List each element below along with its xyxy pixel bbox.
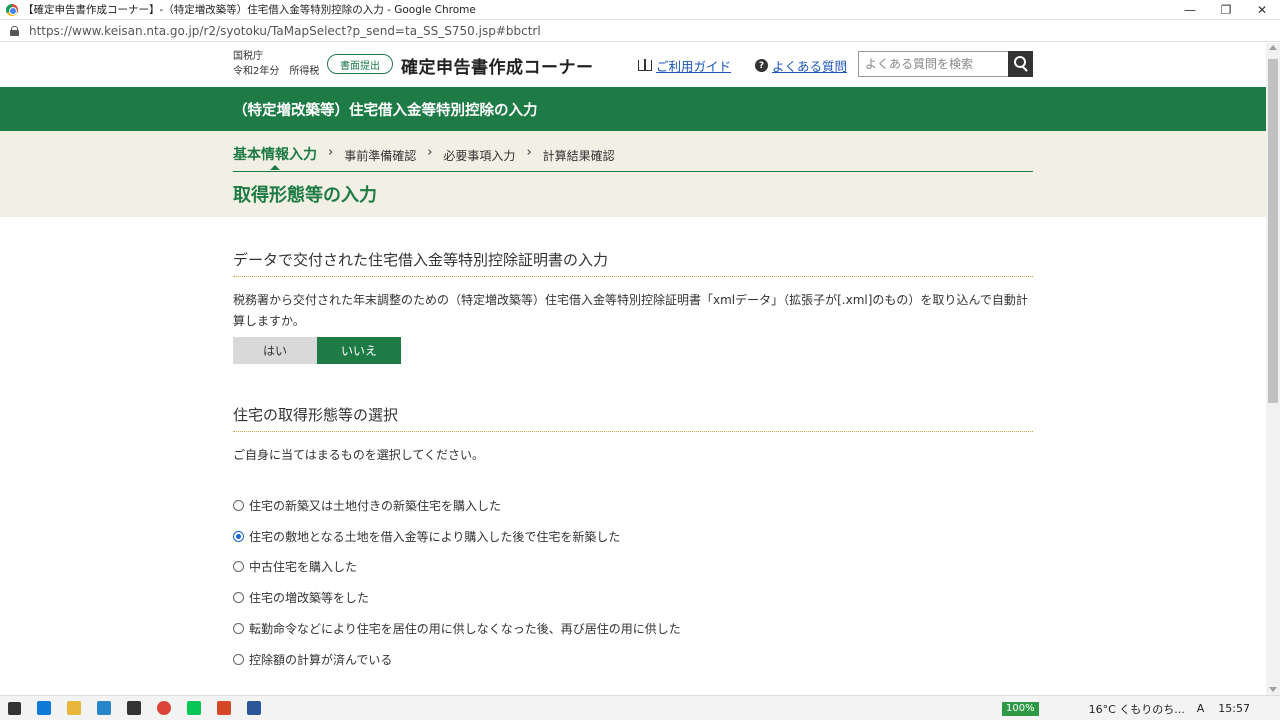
main-content: データで交付された住宅借入金等特別控除証明書の入力 税務署から交付された年末調整… bbox=[0, 217, 1033, 675]
lock-icon[interactable] bbox=[10, 25, 19, 36]
system-tray: 100% 16°C くもりのち... A 15:57 bbox=[1002, 696, 1280, 721]
scrollbar-thumb[interactable] bbox=[1268, 59, 1278, 403]
band-title: （特定増改築等）住宅借入金等特別控除の入力 bbox=[233, 102, 538, 119]
windows-taskbar: 100% 16°C くもりのち... A 15:57 bbox=[0, 695, 1280, 720]
radio-button[interactable] bbox=[233, 561, 244, 573]
word-icon[interactable] bbox=[247, 701, 261, 715]
radio-button[interactable] bbox=[233, 499, 244, 511]
window-title: 【確定申告書作成コーナー】-（特定増改築等）住宅借入金等特別控除の入力 - Go… bbox=[23, 4, 476, 16]
minimize-button[interactable]: — bbox=[1172, 0, 1208, 20]
yes-button[interactable]: はい bbox=[233, 337, 317, 364]
address-bar[interactable]: https://www.keisan.nta.go.jp/r2/syotoku/… bbox=[0, 20, 1280, 42]
site-title[interactable]: 確定申告書作成コーナー bbox=[401, 53, 594, 78]
option-used-house[interactable]: 中古住宅を購入した bbox=[233, 552, 1033, 583]
xml-section-heading: データで交付された住宅借入金等特別控除証明書の入力 bbox=[233, 249, 1033, 277]
submit-method-badge: 書面提出 bbox=[327, 54, 393, 74]
faq-link[interactable]: ? よくある質問 bbox=[755, 56, 847, 75]
faq-search bbox=[858, 51, 1033, 77]
scroll-down-icon[interactable] bbox=[1269, 687, 1277, 692]
close-button[interactable]: ✕ bbox=[1244, 0, 1280, 20]
agency-name: 国税庁 bbox=[233, 51, 263, 62]
step-preparation: 事前準備確認 bbox=[344, 149, 417, 163]
option-renovation[interactable]: 住宅の増改築等をした bbox=[233, 582, 1033, 613]
step-required-input: 必要事項入力 bbox=[443, 149, 516, 163]
browser-title-bar: 【確定申告書作成コーナー】-（特定増改築等）住宅借入金等特別控除の入力 - Go… bbox=[0, 0, 1280, 20]
tax-year: 令和2年分 所得税 bbox=[233, 66, 320, 77]
question-icon: ? bbox=[755, 59, 768, 72]
section-band: （特定増改築等）住宅借入金等特別控除の入力 bbox=[0, 87, 1266, 131]
faq-search-input[interactable] bbox=[858, 51, 1008, 77]
weather-widget[interactable]: 16°C くもりのち... bbox=[1089, 701, 1185, 717]
l-app-icon[interactable] bbox=[97, 701, 111, 715]
xml-description: 税務署から交付された年末調整のための（特定増改築等）住宅借入金等特別控除証明書「… bbox=[233, 293, 1028, 328]
option-label: 転勤命令などにより住宅を居住の用に供しなくなった後、再び居住の用に供した bbox=[249, 622, 681, 637]
battery-indicator[interactable]: 100% bbox=[1002, 701, 1039, 716]
step-separator-icon: › bbox=[526, 145, 532, 160]
edge-icon[interactable] bbox=[37, 701, 51, 715]
option-label: 住宅の新築又は土地付きの新築住宅を購入した bbox=[249, 498, 502, 513]
option-label: 住宅の敷地となる土地を借入金等により購入した後で住宅を新築した bbox=[249, 529, 621, 544]
clock[interactable]: 15:57 bbox=[1218, 702, 1250, 715]
ime-indicator[interactable]: A bbox=[1197, 702, 1205, 715]
acquisition-options: 住宅の新築又は土地付きの新築住宅を購入した 住宅の敷地となる土地を借入金等により… bbox=[233, 490, 1033, 675]
agency-info: 国税庁 令和2年分 所得税 bbox=[233, 49, 319, 79]
github-icon[interactable] bbox=[127, 701, 141, 715]
faq-label[interactable]: よくある質問 bbox=[772, 56, 847, 75]
option-calculated[interactable]: 控除額の計算が済んでいる bbox=[233, 644, 1033, 675]
book-icon bbox=[638, 59, 652, 71]
restore-button[interactable]: ❐ bbox=[1208, 0, 1244, 20]
progress-area: 基本情報入力 › 事前準備確認 › 必要事項入力 › 計算結果確認 取得形態等の… bbox=[0, 131, 1266, 217]
window-controls: — ❐ ✕ bbox=[1172, 0, 1280, 20]
option-label: 控除額の計算が済んでいる bbox=[249, 652, 393, 667]
page-viewport: 国税庁 令和2年分 所得税 書面提出 確定申告書作成コーナー ご利用ガイド ? … bbox=[0, 43, 1266, 695]
step-indicator: 基本情報入力 › 事前準備確認 › 必要事項入力 › 計算結果確認 bbox=[233, 144, 1033, 172]
step-separator-icon: › bbox=[328, 145, 334, 160]
windows-start-icon[interactable] bbox=[8, 701, 21, 715]
search-button[interactable] bbox=[1008, 51, 1033, 77]
acquisition-instruction: ご自身に当てはまるものを選択してください。 bbox=[233, 448, 485, 462]
usage-guide-link[interactable]: ご利用ガイド bbox=[638, 56, 731, 75]
radio-button[interactable] bbox=[233, 653, 244, 665]
xml-import-choice: はい いいえ bbox=[233, 337, 1033, 364]
radio-button-checked[interactable] bbox=[233, 530, 244, 542]
line-icon[interactable] bbox=[187, 701, 201, 715]
page-scrollbar[interactable] bbox=[1266, 43, 1280, 695]
option-reoccupied[interactable]: 転勤命令などにより住宅を居住の用に供しなくなった後、再び居住の用に供した bbox=[233, 613, 1033, 644]
option-new-build[interactable]: 住宅の新築又は土地付きの新築住宅を購入した bbox=[233, 490, 1033, 521]
step-basic-info: 基本情報入力 bbox=[233, 144, 317, 170]
usage-guide-label[interactable]: ご利用ガイド bbox=[656, 56, 731, 75]
option-label: 住宅の増改築等をした bbox=[249, 591, 370, 606]
file-explorer-icon[interactable] bbox=[67, 701, 81, 715]
option-land-then-build[interactable]: 住宅の敷地となる土地を借入金等により購入した後で住宅を新築した bbox=[233, 521, 1033, 552]
option-label: 中古住宅を購入した bbox=[249, 560, 358, 575]
scroll-up-icon[interactable] bbox=[1269, 45, 1277, 50]
acquisition-section-heading: 住宅の取得形態等の選択 bbox=[233, 404, 1033, 432]
radio-button[interactable] bbox=[233, 592, 244, 604]
url-text[interactable]: https://www.keisan.nta.go.jp/r2/syotoku/… bbox=[29, 24, 541, 38]
site-header: 国税庁 令和2年分 所得税 書面提出 確定申告書作成コーナー ご利用ガイド ? … bbox=[0, 43, 1266, 87]
page-title: 取得形態等の入力 bbox=[233, 185, 377, 206]
chrome-icon bbox=[6, 3, 18, 16]
step-separator-icon: › bbox=[427, 145, 433, 160]
radio-button[interactable] bbox=[233, 623, 244, 635]
no-button[interactable]: いいえ bbox=[317, 337, 401, 364]
chrome-taskbar-icon[interactable] bbox=[157, 701, 171, 715]
step-result: 計算結果確認 bbox=[542, 149, 615, 163]
powerpoint-icon[interactable] bbox=[217, 701, 231, 715]
